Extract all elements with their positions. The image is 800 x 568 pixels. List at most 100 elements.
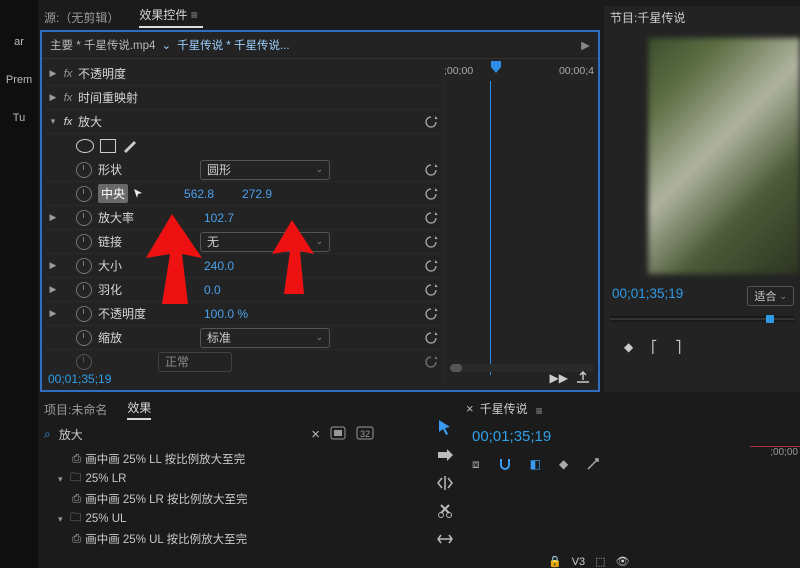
nest-icon[interactable]: ⧈	[472, 457, 480, 474]
cursor-icon	[134, 189, 144, 199]
stopwatch-icon[interactable]	[76, 354, 92, 370]
video-track-header[interactable]: 🔒 V3 ⬚ 👁	[548, 555, 630, 568]
clear-search-icon[interactable]: ×	[311, 426, 320, 443]
twirl-down-icon: ▾	[58, 514, 70, 525]
snap-icon[interactable]	[498, 457, 512, 474]
feather-value[interactable]: 0.0	[204, 283, 221, 297]
stopwatch-icon[interactable]	[76, 186, 92, 202]
search-icon: ⌕	[44, 427, 51, 442]
twirl-icon[interactable]: ▶	[46, 92, 60, 103]
reset-icon[interactable]	[424, 116, 438, 128]
shape-dropdown[interactable]: 圆形⌄	[200, 160, 330, 180]
fx-badge-icon[interactable]: fx	[60, 92, 76, 104]
twirl-down-icon[interactable]: ▾	[46, 116, 60, 127]
center-y-value[interactable]: 272.9	[242, 187, 272, 201]
chevron-down-icon: ⌄	[315, 236, 323, 247]
reset-icon[interactable]	[424, 188, 438, 200]
tab-project[interactable]: 项目:未命名	[44, 401, 107, 418]
close-tab-icon[interactable]: ×	[466, 401, 474, 416]
loop-icon[interactable]: ▶▶	[550, 371, 568, 386]
program-timecode[interactable]: 00;01;35;19	[612, 286, 683, 301]
add-marker-icon[interactable]: ◆	[624, 340, 633, 354]
preset-item[interactable]: ⎙画中画 25% UL 按比例放大至完	[44, 529, 374, 549]
tab-source[interactable]: 源:（无剪辑）	[44, 9, 119, 26]
stopwatch-icon[interactable]	[76, 306, 92, 322]
ellipse-mask-icon[interactable]	[76, 139, 94, 153]
markers-icon[interactable]: ◆	[559, 457, 568, 474]
tab-effect-controls[interactable]: 效果控件	[139, 6, 202, 28]
stopwatch-icon[interactable]	[76, 210, 92, 226]
linked-selection-icon[interactable]: ◧	[530, 457, 541, 474]
program-scrub-bar[interactable]	[610, 316, 794, 322]
mini-timeline-area[interactable]	[443, 81, 594, 381]
stopwatch-icon[interactable]	[76, 282, 92, 298]
prop-scale: 缩放 标准⌄	[46, 326, 444, 350]
preset-icon: ⎙	[72, 533, 81, 546]
program-tab[interactable]: 节目:千星传说	[604, 6, 800, 28]
settings-icon[interactable]	[586, 457, 600, 474]
size-value[interactable]: 240.0	[204, 259, 234, 273]
stopwatch-icon[interactable]	[76, 234, 92, 250]
svg-text:32: 32	[360, 429, 370, 439]
reset-icon[interactable]	[424, 236, 438, 248]
twirl-icon[interactable]: ▶	[46, 260, 60, 271]
panel-menu-icon[interactable]	[536, 404, 548, 412]
magnification-value[interactable]: 102.7	[204, 211, 234, 225]
reset-icon[interactable]	[424, 212, 438, 224]
stopwatch-icon[interactable]	[76, 258, 92, 274]
panel-timecode[interactable]: 00;01;35;19	[48, 372, 111, 386]
mini-timeline-ruler[interactable]: ;00;00 00;00;4	[444, 60, 594, 82]
playhead-line[interactable]	[490, 81, 491, 375]
blend-dropdown[interactable]: 正常	[158, 352, 232, 372]
fx-badge-icon[interactable]: fx	[60, 68, 76, 80]
reset-icon[interactable]	[424, 260, 438, 272]
effects-filter-icon-1[interactable]	[330, 426, 346, 443]
pen-mask-icon[interactable]	[122, 139, 136, 153]
preset-folder[interactable]: ▾🗀25% UL	[44, 509, 374, 529]
reset-icon[interactable]	[424, 332, 438, 344]
lock-icon[interactable]: 🔒	[548, 555, 562, 568]
zoom-fit-dropdown[interactable]: 适合 ⌄	[747, 286, 794, 306]
export-icon[interactable]	[576, 371, 590, 386]
stopwatch-icon[interactable]	[76, 162, 92, 178]
rectangle-mask-icon[interactable]	[100, 139, 116, 153]
playhead-icon[interactable]	[766, 315, 774, 323]
scale-dropdown[interactable]: 标准⌄	[200, 328, 330, 348]
preset-folder[interactable]: ▾🗀25% LR	[44, 469, 374, 489]
reset-icon[interactable]	[424, 308, 438, 320]
preset-item[interactable]: ⎙画中画 25% LR 按比例放大至完	[44, 489, 374, 509]
twirl-icon[interactable]: ▶	[46, 284, 60, 295]
stopwatch-icon[interactable]	[76, 330, 92, 346]
tab-effects[interactable]: 效果	[127, 399, 151, 420]
center-label-selected[interactable]: 中央	[98, 184, 128, 203]
panel-menu-icon[interactable]	[191, 8, 203, 16]
timeline-ruler[interactable]: ;00;00	[750, 446, 800, 459]
prop-feather: ▶ 羽化 0.0	[46, 278, 444, 302]
reset-icon[interactable]	[424, 356, 438, 368]
program-preview[interactable]	[647, 38, 800, 274]
play-icon[interactable]: ▶	[581, 38, 590, 52]
twirl-icon[interactable]: ▶	[46, 68, 60, 79]
fx-badge-icon[interactable]: fx	[60, 116, 76, 128]
center-x-value[interactable]: 562.8	[184, 187, 214, 201]
opacity-value[interactable]: 100.0 %	[204, 307, 248, 321]
effect-magnify[interactable]: ▾ fx 放大	[46, 110, 444, 134]
eye-icon[interactable]: 👁	[616, 555, 630, 568]
reset-icon[interactable]	[424, 284, 438, 296]
timeline-timecode[interactable]: 00;01;35;19	[472, 428, 800, 445]
effect-time-remap[interactable]: ▶ fx 时间重映射	[46, 86, 444, 110]
effects-filter-icon-2[interactable]: 32	[356, 426, 374, 443]
twirl-icon[interactable]: ▶	[46, 212, 60, 223]
twirl-icon[interactable]: ▶	[46, 308, 60, 319]
effects-search-input[interactable]	[57, 427, 306, 443]
link-dropdown[interactable]: 无⌄	[200, 232, 330, 252]
playhead-icon[interactable]	[490, 60, 502, 74]
mark-out-icon[interactable]: ⎤	[675, 340, 681, 354]
chevron-down-icon[interactable]: ⌄	[161, 38, 171, 52]
reset-icon[interactable]	[424, 164, 438, 176]
toggle-output-icon[interactable]: ⬚	[595, 555, 605, 568]
effect-opacity[interactable]: ▶ fx 不透明度	[46, 62, 444, 86]
mark-in-icon[interactable]: ⎡	[651, 340, 657, 354]
sequence-tab[interactable]: 千星传说	[480, 400, 528, 417]
preset-item[interactable]: ⎙画中画 25% LL 按比例放大至完	[44, 449, 374, 469]
